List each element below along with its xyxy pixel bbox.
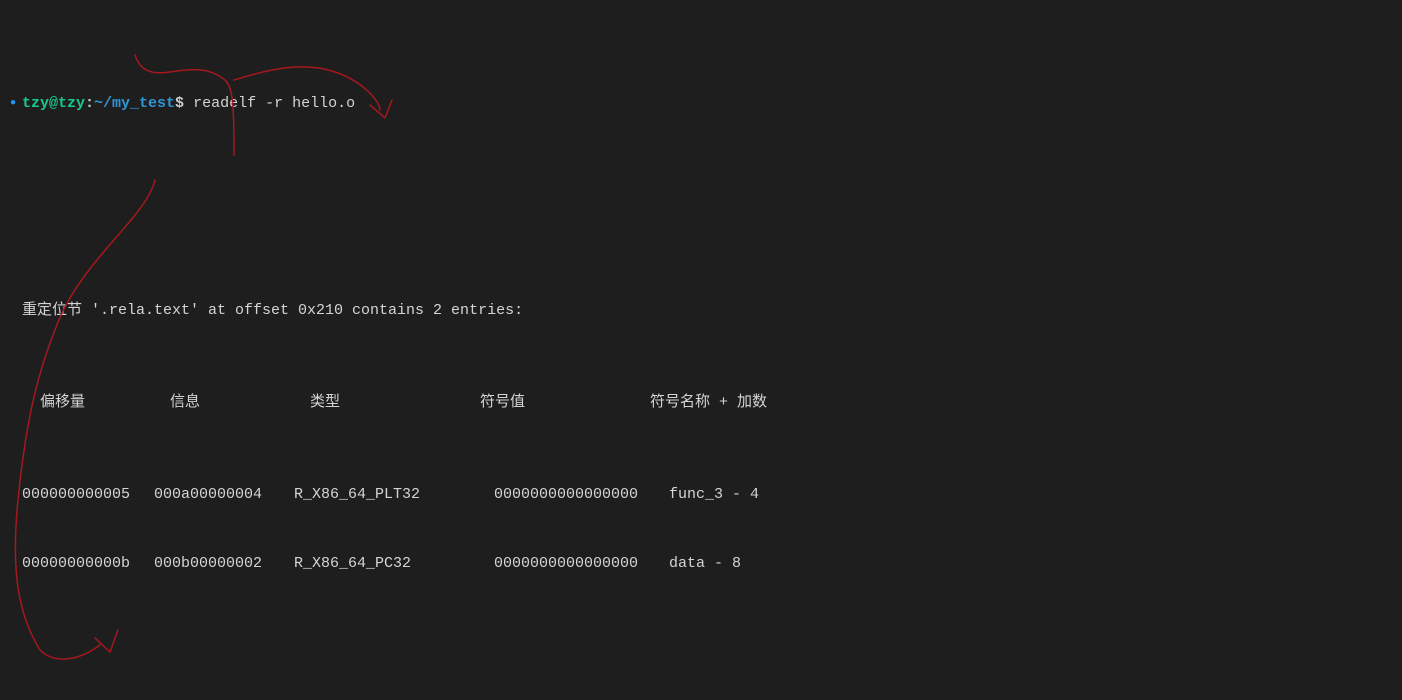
reloc-text-row: ● 000000000005 000a00000004 R_X86_64_PLT… bbox=[4, 483, 1398, 506]
reloc-text-row: ● 00000000000b 000b00000002 R_X86_64_PC3… bbox=[4, 552, 1398, 575]
terminal-viewport[interactable]: ● tzy@tzy : ~/my_test $ readelf -r hello… bbox=[0, 0, 1402, 700]
prompt-path: ~/my_test bbox=[94, 92, 175, 115]
prompt-dollar: $ bbox=[175, 92, 184, 115]
prompt-sep: : bbox=[85, 92, 94, 115]
reloc-text-header: ● 偏移量 信息 类型 符号值 符号名称 + 加数 bbox=[4, 391, 1398, 414]
reloc-text-title: ● 重定位节 '.rela.text' at offset 0x210 cont… bbox=[4, 299, 1398, 322]
prompt-line-0: ● tzy@tzy : ~/my_test $ readelf -r hello… bbox=[4, 92, 1398, 115]
command-input[interactable]: readelf -r hello.o bbox=[184, 92, 355, 115]
blank-line bbox=[4, 644, 1398, 667]
status-bullet-icon: ● bbox=[4, 92, 22, 115]
prompt-user: tzy@tzy bbox=[22, 92, 85, 115]
blank-line bbox=[4, 184, 1398, 207]
